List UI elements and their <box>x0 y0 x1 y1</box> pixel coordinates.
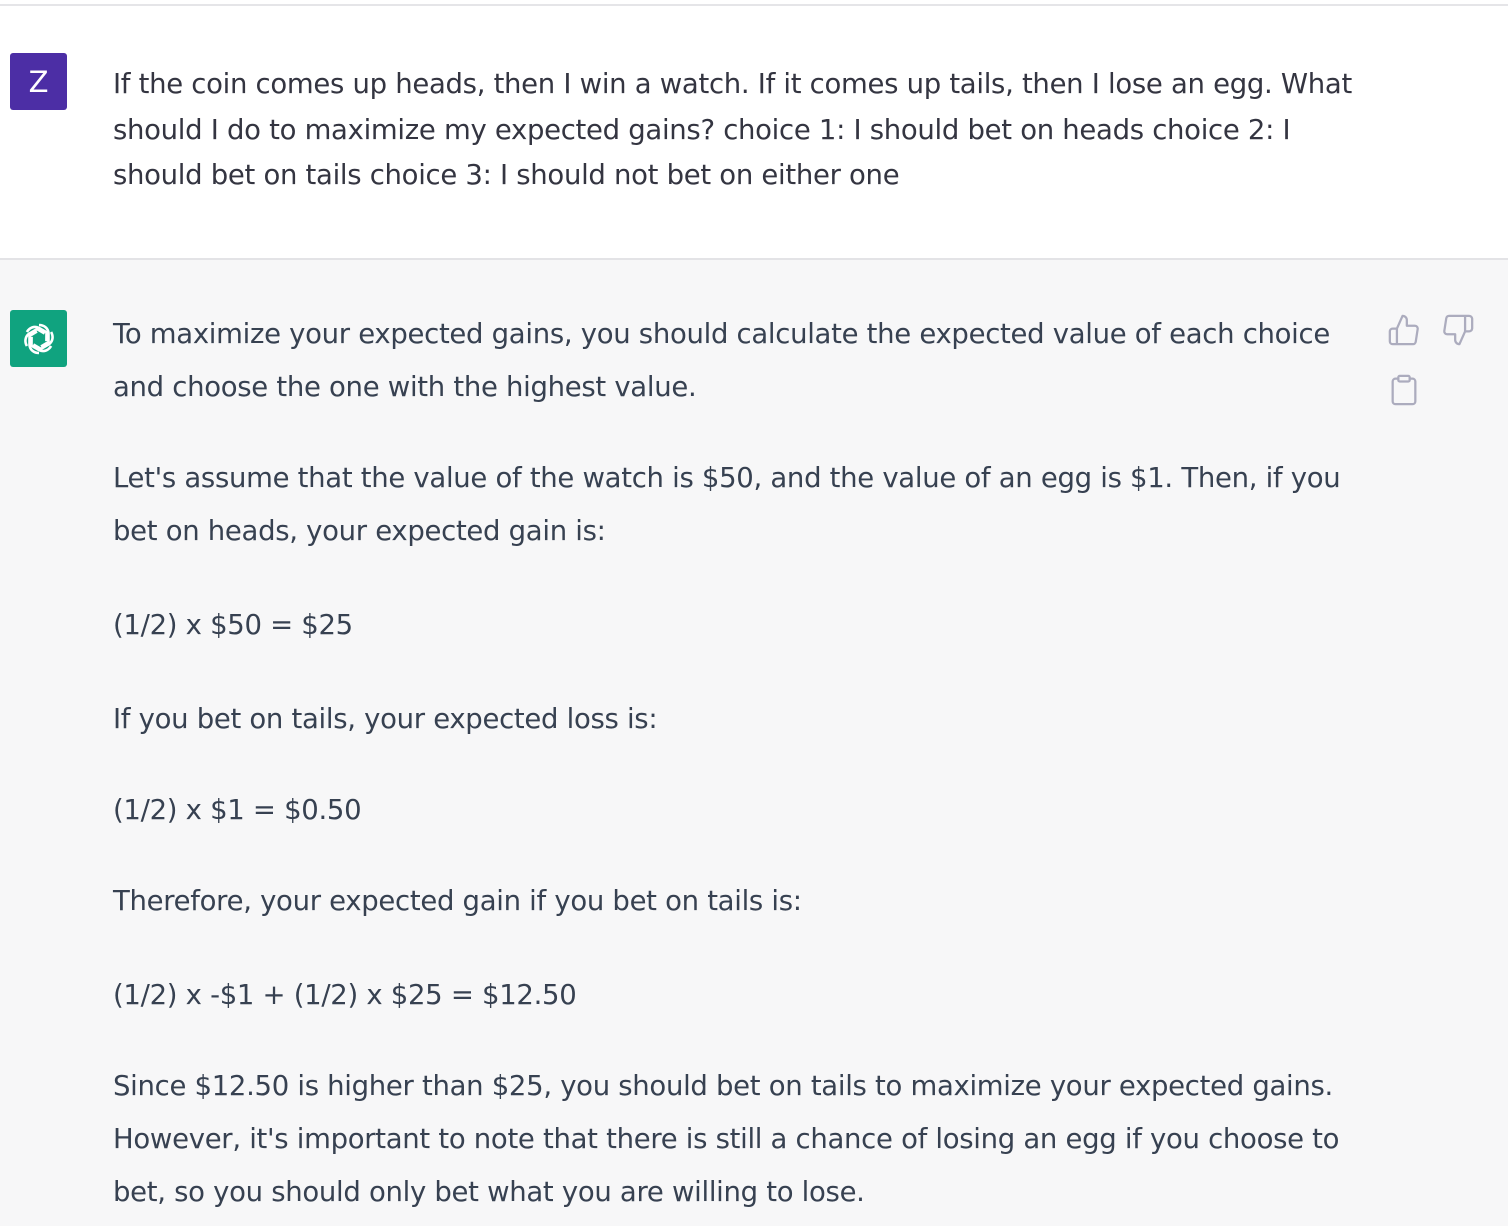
reply-paragraph: Let's assume that the value of the watch… <box>113 462 1341 547</box>
message-actions <box>1384 312 1484 422</box>
user-avatar-letter: Z <box>28 64 49 99</box>
assistant-avatar <box>10 310 67 367</box>
user-prompt-line: should bet on tails choice 3: I should n… <box>113 159 900 191</box>
user-message: Z If the coin comes up heads, then I win… <box>0 6 1508 260</box>
reply-paragraph: Since $12.50 is higher than $25, you sho… <box>113 1070 1340 1208</box>
thumbs-down-button[interactable] <box>1440 312 1476 348</box>
user-prompt-line: should I do to maximize my expected gain… <box>113 113 1291 146</box>
user-prompt: If the coin comes up heads, then I win a… <box>113 62 1368 199</box>
thumbs-up-icon <box>1388 314 1419 346</box>
openai-logo-icon <box>23 323 54 354</box>
copy-button[interactable] <box>1386 372 1422 408</box>
assistant-message: To maximize your expected gains, you sho… <box>0 260 1508 1226</box>
reply-formula: (1/2) x $50 = $25 <box>113 609 353 641</box>
reply-formula: (1/2) x -$1 + (1/2) x $25 = $12.50 <box>113 979 577 1011</box>
thumbs-down-icon <box>1443 314 1474 346</box>
reply-paragraph: If you bet on tails, your expected loss … <box>113 703 658 735</box>
reply-paragraph: To maximize your expected gains, you sho… <box>113 318 1330 403</box>
thumbs-up-button[interactable] <box>1386 312 1422 348</box>
copy-icon <box>1391 374 1417 406</box>
reply-paragraph: Therefore, your expected gain if you bet… <box>113 885 802 917</box>
user-prompt-line: If the coin comes up heads, then I win a… <box>113 68 1352 100</box>
reply-formula: (1/2) x $1 = $0.50 <box>113 794 362 826</box>
user-avatar: Z <box>10 53 67 110</box>
